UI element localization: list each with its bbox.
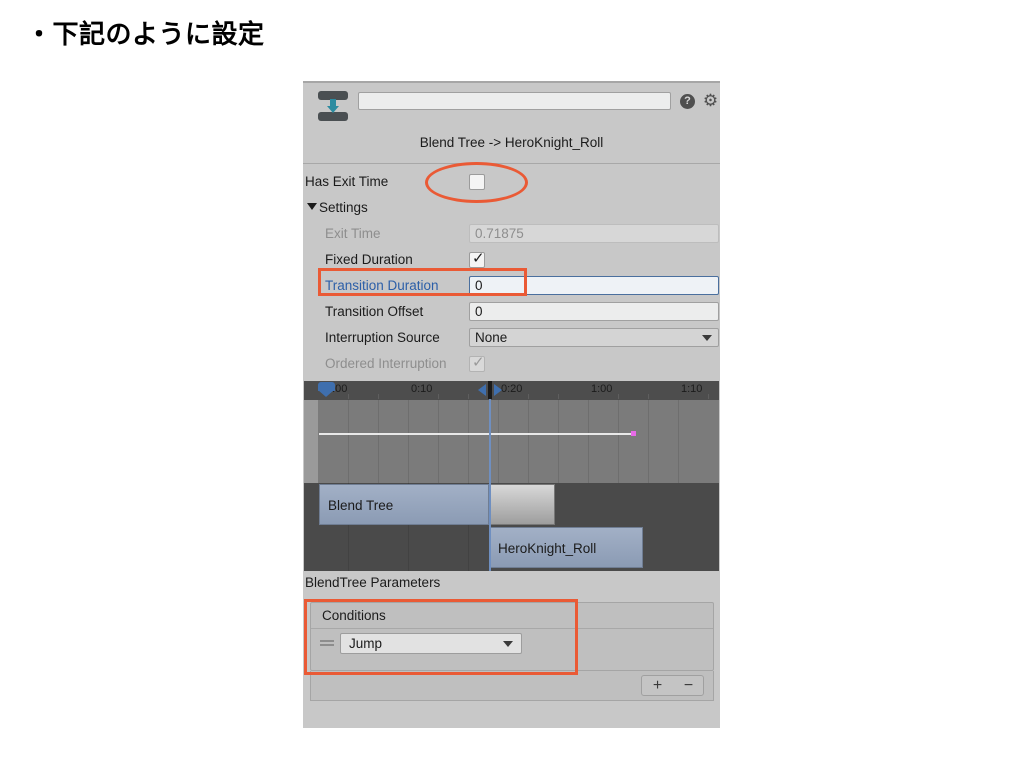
interruption-source-label: Interruption Source xyxy=(325,330,440,345)
transition-timeline[interactable]: 0:00 0:10 0:20 1:00 1:10 Blend Tree Hero… xyxy=(304,381,719,571)
timeline-curve-area[interactable] xyxy=(304,400,719,483)
ruler-label-1: 0:10 xyxy=(411,383,433,395)
slide-title: ・下記のように設定 xyxy=(26,19,265,49)
check-icon: ✓ xyxy=(472,250,485,267)
settings-label: Settings xyxy=(319,200,368,215)
remove-condition-button[interactable]: − xyxy=(673,676,704,695)
transition-offset-label: Transition Offset xyxy=(325,304,424,319)
ruler-label-4: 1:10 xyxy=(681,383,703,395)
conditions-list: Conditions Jump xyxy=(310,602,714,671)
exit-time-field: 0.71875 xyxy=(469,224,719,243)
condition-row[interactable]: Jump xyxy=(311,630,713,658)
transition-subtitle: Blend Tree -> HeroKnight_Roll xyxy=(419,135,604,150)
exit-time-label: Exit Time xyxy=(325,226,381,241)
conditions-footer: + − xyxy=(310,671,714,701)
row-ordered-interruption: Ordered Interruption ✓ xyxy=(303,351,720,377)
ordered-interruption-checkbox: ✓ xyxy=(469,354,485,372)
has-exit-time-checkbox[interactable] xyxy=(469,174,485,190)
help-icon[interactable]: ? xyxy=(680,94,695,109)
clip-destination[interactable]: HeroKnight_Roll xyxy=(489,527,643,568)
drag-handle-icon[interactable] xyxy=(320,639,334,647)
timeline-ruler[interactable]: 0:00 0:10 0:20 1:00 1:10 xyxy=(304,381,719,426)
inspector-header: ? ⚙ xyxy=(303,83,720,126)
fixed-duration-checkbox[interactable]: ✓ xyxy=(469,250,485,268)
clip-source-tail[interactable] xyxy=(489,484,555,525)
transition-icon xyxy=(316,90,350,122)
property-rows: Has Exit Time Settings Exit Time 0.71875… xyxy=(303,169,720,377)
chevron-down-icon[interactable] xyxy=(307,203,317,210)
add-remove-condition-buttons[interactable]: + − xyxy=(641,675,704,696)
row-transition-duration[interactable]: Transition Duration 0 xyxy=(303,273,720,299)
ruler-label-3: 1:00 xyxy=(591,383,613,395)
check-icon: ✓ xyxy=(472,354,485,371)
header-divider xyxy=(303,163,720,164)
blendtree-parameters-label: BlendTree Parameters xyxy=(305,575,441,590)
row-interruption-source[interactable]: Interruption Source None xyxy=(303,325,720,351)
curve-keyframe[interactable] xyxy=(631,431,636,436)
row-transition-offset[interactable]: Transition Offset 0 xyxy=(303,299,720,325)
has-exit-time-label: Has Exit Time xyxy=(305,174,389,189)
transition-start-marker[interactable] xyxy=(318,382,335,397)
timeline-gutter xyxy=(304,400,318,483)
chevron-down-icon xyxy=(702,335,712,341)
transition-name-input[interactable] xyxy=(358,92,671,110)
add-condition-button[interactable]: + xyxy=(642,676,673,695)
conditions-header: Conditions xyxy=(311,603,713,629)
transition-inspector-panel: ? ⚙ Blend Tree -> HeroKnight_Roll Has Ex… xyxy=(303,81,720,728)
row-has-exit-time[interactable]: Has Exit Time xyxy=(303,169,720,195)
gear-icon[interactable]: ⚙ xyxy=(702,92,719,109)
playhead-handle[interactable] xyxy=(478,381,502,399)
chevron-down-icon xyxy=(503,641,513,647)
clip-source[interactable]: Blend Tree xyxy=(319,484,489,525)
transition-duration-label: Transition Duration xyxy=(325,278,439,293)
timeline-clips[interactable]: Blend Tree HeroKnight_Roll xyxy=(304,483,719,571)
row-settings-foldout[interactable]: Settings xyxy=(303,195,720,221)
interruption-source-dropdown[interactable]: None xyxy=(469,328,719,347)
row-fixed-duration[interactable]: Fixed Duration ✓ xyxy=(303,247,720,273)
transition-duration-field[interactable]: 0 xyxy=(469,276,719,295)
transition-offset-field[interactable]: 0 xyxy=(469,302,719,321)
ruler-label-2: 0:20 xyxy=(501,383,523,395)
condition-parameter-dropdown[interactable]: Jump xyxy=(340,633,522,654)
transition-curve xyxy=(319,433,631,435)
fixed-duration-label: Fixed Duration xyxy=(325,252,413,267)
timeline-playhead[interactable] xyxy=(489,381,491,571)
ordered-interruption-label: Ordered Interruption xyxy=(325,356,447,371)
row-exit-time: Exit Time 0.71875 xyxy=(303,221,720,247)
